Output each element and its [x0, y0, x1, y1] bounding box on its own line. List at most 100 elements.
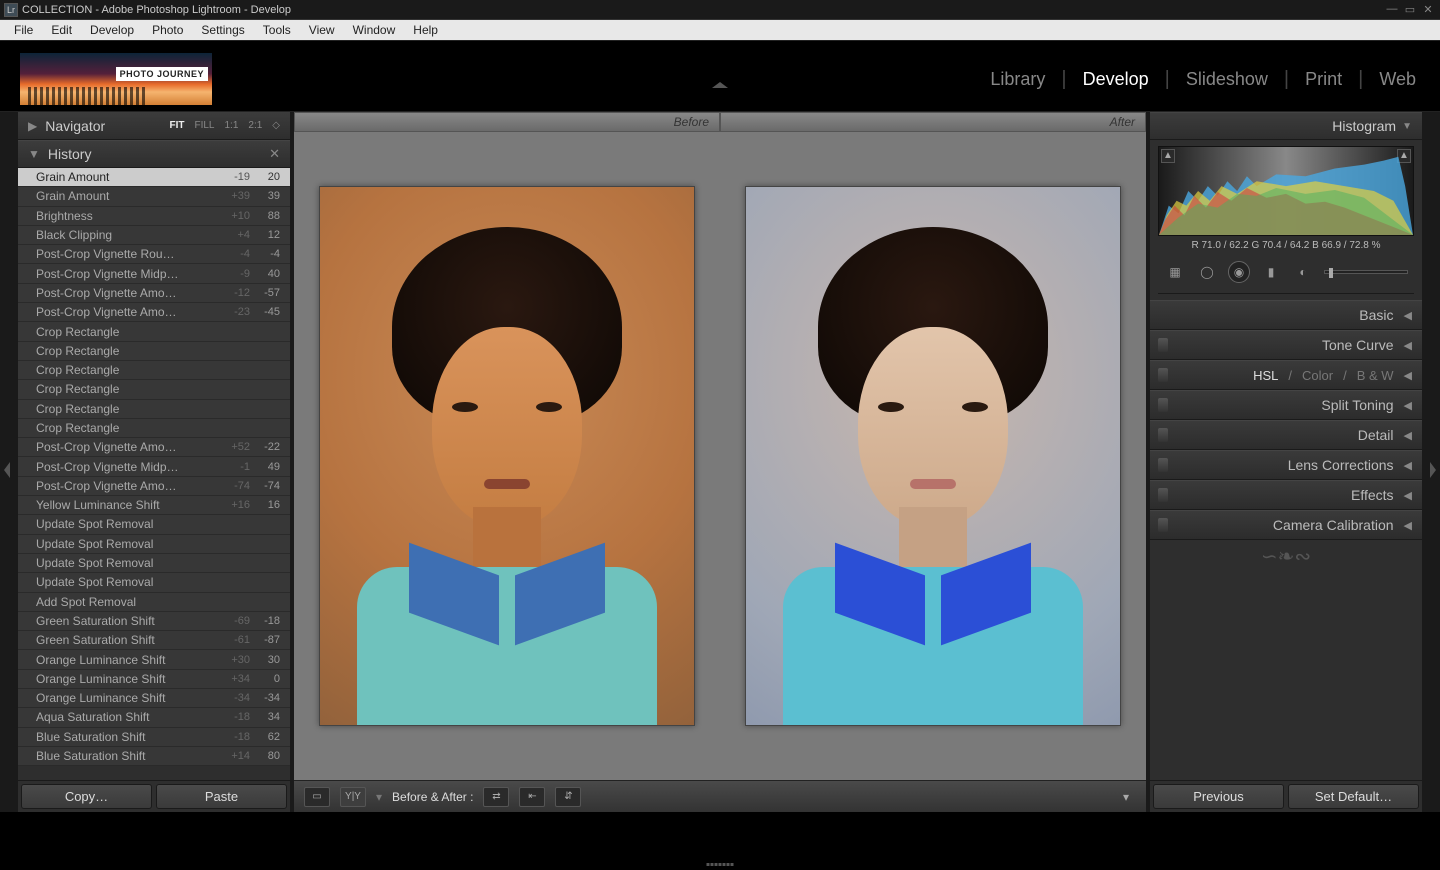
- paste-button[interactable]: Paste: [156, 784, 287, 809]
- menu-view[interactable]: View: [301, 21, 343, 39]
- panel-switch-icon[interactable]: [1158, 428, 1168, 442]
- menu-window[interactable]: Window: [345, 21, 404, 39]
- history-item[interactable]: Orange Luminance Shift-34-34: [18, 689, 290, 708]
- panel-basic[interactable]: Basic◀: [1150, 300, 1422, 330]
- menu-edit[interactable]: Edit: [43, 21, 80, 39]
- module-library[interactable]: Library: [986, 69, 1049, 90]
- spot-removal-tool-icon[interactable]: ◯: [1196, 261, 1218, 283]
- menu-file[interactable]: File: [6, 21, 41, 39]
- history-item[interactable]: Post-Crop Vignette Midp…-149: [18, 457, 290, 476]
- loupe-view-icon[interactable]: ▭: [304, 787, 330, 807]
- history-item[interactable]: Black Clipping+412: [18, 226, 290, 245]
- history-item[interactable]: Update Spot Removal: [18, 554, 290, 573]
- compare-view[interactable]: [294, 132, 1146, 780]
- history-item[interactable]: Update Spot Removal: [18, 515, 290, 534]
- compare-view-icon[interactable]: Y|Y: [340, 787, 366, 807]
- swap-before-after-icon[interactable]: ⇄: [483, 787, 509, 807]
- compare-dropdown-icon[interactable]: ▾: [376, 790, 382, 804]
- history-item[interactable]: Crop Rectangle: [18, 342, 290, 361]
- menu-tools[interactable]: Tools: [255, 21, 299, 39]
- color-tab[interactable]: Color: [1302, 368, 1333, 383]
- previous-button[interactable]: Previous: [1153, 784, 1284, 809]
- crop-tool-icon[interactable]: ▦: [1164, 261, 1186, 283]
- panel-switch-icon[interactable]: [1158, 488, 1168, 502]
- history-item-value: -22: [250, 441, 280, 453]
- history-item[interactable]: Green Saturation Shift-61-87: [18, 631, 290, 650]
- history-item[interactable]: Crop Rectangle: [18, 400, 290, 419]
- bw-tab[interactable]: B & W: [1357, 368, 1394, 383]
- toolbar-options-icon[interactable]: ▾: [1116, 790, 1136, 804]
- module-slideshow[interactable]: Slideshow: [1182, 69, 1272, 90]
- panel-switch-icon[interactable]: [1158, 368, 1168, 382]
- history-item[interactable]: Blue Saturation Shift-1862: [18, 728, 290, 747]
- module-develop[interactable]: Develop: [1079, 69, 1153, 90]
- module-web[interactable]: Web: [1375, 69, 1420, 90]
- menu-settings[interactable]: Settings: [193, 21, 252, 39]
- history-item[interactable]: Crop Rectangle: [18, 322, 290, 341]
- panel-camera-calibration[interactable]: Camera Calibration◀: [1150, 510, 1422, 540]
- history-item[interactable]: Post-Crop Vignette Rou…-4-4: [18, 245, 290, 264]
- panel-hsl[interactable]: HSL/ Color/ B & W ◀: [1150, 360, 1422, 390]
- history-item[interactable]: Update Spot Removal: [18, 573, 290, 592]
- adjustment-brush-tool-icon[interactable]: ◐: [1292, 261, 1314, 283]
- history-item[interactable]: Grain Amount+3939: [18, 187, 290, 206]
- panel-switch-icon[interactable]: [1158, 458, 1168, 472]
- maximize-icon[interactable]: ▭: [1402, 3, 1418, 16]
- collapse-right-icon[interactable]: [1430, 462, 1436, 478]
- panel-switch-icon[interactable]: [1158, 338, 1168, 352]
- history-item[interactable]: Grain Amount-1920: [18, 168, 290, 187]
- identity-plate[interactable]: PHOTO JOURNEY: [20, 53, 212, 105]
- menu-develop[interactable]: Develop: [82, 21, 142, 39]
- module-print[interactable]: Print: [1301, 69, 1346, 90]
- hsl-tab[interactable]: HSL: [1253, 368, 1278, 383]
- menu-photo[interactable]: Photo: [144, 21, 191, 39]
- zoom-2-1[interactable]: 2:1: [248, 120, 262, 131]
- minimize-icon[interactable]: —: [1384, 3, 1400, 16]
- histogram-header[interactable]: Histogram ▼: [1150, 112, 1422, 140]
- history-item[interactable]: Post-Crop Vignette Amo…+52-22: [18, 438, 290, 457]
- history-item[interactable]: Post-Crop Vignette Amo…-23-45: [18, 303, 290, 322]
- history-item[interactable]: Post-Crop Vignette Amo…-12-57: [18, 284, 290, 303]
- history-header[interactable]: ▼ History ✕: [18, 140, 290, 168]
- history-item[interactable]: Add Spot Removal: [18, 593, 290, 612]
- collapse-top-icon[interactable]: [712, 82, 728, 88]
- set-default-button[interactable]: Set Default…: [1288, 784, 1419, 809]
- zoom-fit[interactable]: FIT: [169, 120, 184, 131]
- copy-after-to-before-icon[interactable]: ⇵: [555, 787, 581, 807]
- tool-amount-slider[interactable]: [1324, 270, 1408, 274]
- history-item[interactable]: Crop Rectangle: [18, 380, 290, 399]
- history-item[interactable]: Blue Saturation Shift+1480: [18, 747, 290, 766]
- history-item[interactable]: Aqua Saturation Shift-1834: [18, 708, 290, 727]
- history-item[interactable]: Green Saturation Shift-69-18: [18, 612, 290, 631]
- history-item[interactable]: Crop Rectangle: [18, 361, 290, 380]
- panel-tone-curve[interactable]: Tone Curve◀: [1150, 330, 1422, 360]
- history-item[interactable]: Crop Rectangle: [18, 419, 290, 438]
- navigator-header[interactable]: ▶ Navigator FIT FILL 1:1 2:1 ◇: [18, 112, 290, 140]
- histogram-display[interactable]: ▲ ▲: [1158, 146, 1414, 236]
- redeye-tool-icon[interactable]: ◉: [1228, 261, 1250, 283]
- panel-detail[interactable]: Detail◀: [1150, 420, 1422, 450]
- history-item[interactable]: Brightness+1088: [18, 207, 290, 226]
- history-item[interactable]: Post-Crop Vignette Midp…-940: [18, 264, 290, 283]
- copy-before-to-after-icon[interactable]: ⇤: [519, 787, 545, 807]
- panel-switch-icon[interactable]: [1158, 398, 1168, 412]
- graduated-filter-tool-icon[interactable]: ▮: [1260, 261, 1282, 283]
- history-clear-icon[interactable]: ✕: [269, 146, 280, 162]
- zoom-menu-icon[interactable]: ◇: [272, 120, 280, 131]
- panel-lens-corrections[interactable]: Lens Corrections◀: [1150, 450, 1422, 480]
- collapse-left-icon[interactable]: [4, 462, 10, 478]
- history-item[interactable]: Orange Luminance Shift+3030: [18, 650, 290, 669]
- menu-help[interactable]: Help: [405, 21, 446, 39]
- copy-button[interactable]: Copy…: [21, 784, 152, 809]
- zoom-fill[interactable]: FILL: [194, 120, 214, 131]
- panel-split-toning[interactable]: Split Toning◀: [1150, 390, 1422, 420]
- close-icon[interactable]: ✕: [1420, 3, 1436, 16]
- history-item[interactable]: Update Spot Removal: [18, 535, 290, 554]
- history-item[interactable]: Orange Luminance Shift+340: [18, 670, 290, 689]
- history-item[interactable]: Yellow Luminance Shift+1616: [18, 496, 290, 515]
- collapse-bottom-icon[interactable]: [707, 863, 734, 866]
- history-item[interactable]: Post-Crop Vignette Amo…-74-74: [18, 477, 290, 496]
- panel-effects[interactable]: Effects◀: [1150, 480, 1422, 510]
- panel-switch-icon[interactable]: [1158, 518, 1168, 532]
- zoom-1-1[interactable]: 1:1: [224, 120, 238, 131]
